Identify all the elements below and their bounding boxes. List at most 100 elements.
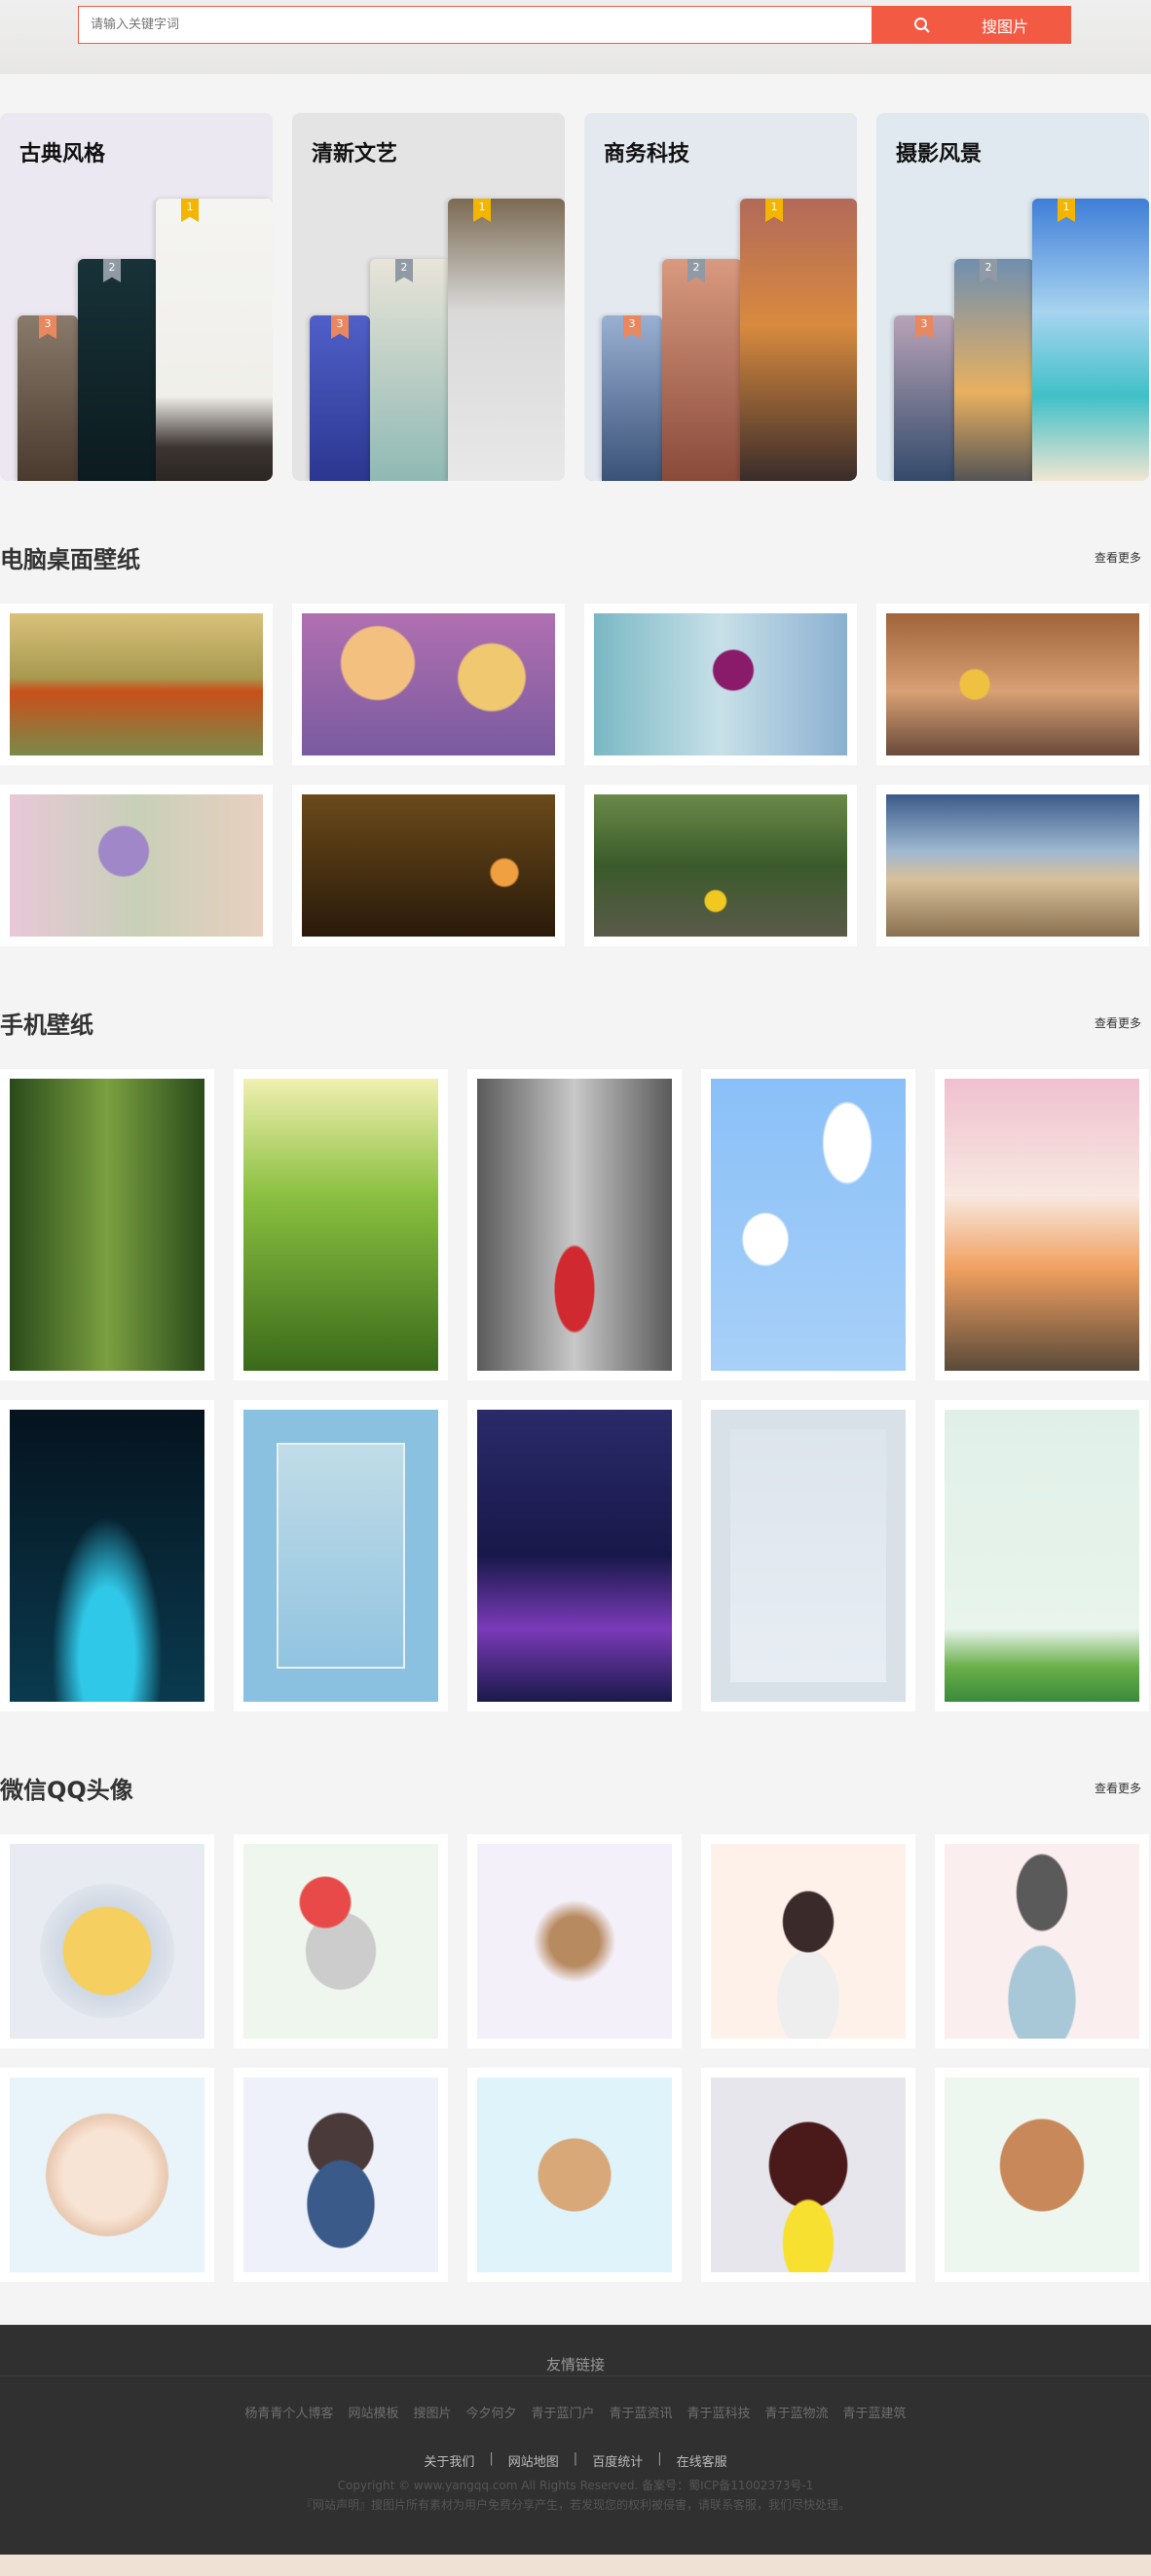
friend-link[interactable]: 青于蓝建筑	[843, 2403, 907, 2421]
avatar-thumb[interactable]	[935, 2068, 1149, 2282]
nav-separator: |	[657, 2451, 662, 2466]
search-button[interactable]: 搜图片	[872, 7, 1070, 43]
avatar-thumb[interactable]	[701, 2068, 915, 2282]
category-thumb-3[interactable]: 3	[18, 315, 78, 481]
avatar-thumb[interactable]	[467, 2068, 682, 2282]
category-business-tech[interactable]: 商务科技 3 2 1	[584, 113, 857, 481]
rank-badge: 2	[395, 259, 413, 282]
category-thumb-1[interactable]: 1	[1032, 199, 1149, 481]
wallpaper-thumb[interactable]	[0, 1400, 214, 1711]
wallpaper-thumb[interactable]	[584, 604, 857, 765]
category-fresh-art[interactable]: 清新文艺 3 2 1	[292, 113, 565, 481]
wallpaper-thumb[interactable]	[876, 785, 1149, 946]
rank-badge: 3	[331, 315, 349, 339]
wallpaper-thumb[interactable]	[935, 1069, 1149, 1380]
wallpaper-image	[302, 613, 555, 755]
avatar-thumb[interactable]	[0, 2068, 214, 2282]
disclaimer: 『网站声明』搜图片所有素材为用户免费分享产生，若发现您的权利被侵害，请联系客服，…	[300, 2498, 850, 2512]
wallpaper-thumb[interactable]	[0, 1069, 214, 1380]
category-thumb-1[interactable]: 1	[448, 199, 565, 481]
avatar-thumb[interactable]	[0, 1834, 214, 2048]
category-thumb-2[interactable]: 2	[78, 259, 158, 481]
wallpaper-thumb[interactable]	[234, 1400, 448, 1711]
nav-separator: |	[573, 2451, 578, 2466]
view-more-link[interactable]: 查看更多	[1095, 1014, 1141, 1031]
friend-link[interactable]: 青于蓝资讯	[610, 2403, 673, 2421]
rank-badge: 2	[980, 259, 997, 282]
friend-links: 杨青青个人博客 网站模板 搜图片 今夕何夕 青于蓝门户 青于蓝资讯 青于蓝科技 …	[0, 2403, 1151, 2421]
avatar-thumb[interactable]	[935, 1834, 1149, 2048]
wallpaper-image	[10, 1079, 204, 1371]
wallpaper-image	[945, 1079, 1139, 1371]
avatar-image	[10, 1844, 204, 2039]
friend-link[interactable]: 青于蓝科技	[687, 2403, 751, 2421]
wallpaper-thumb[interactable]	[0, 604, 273, 765]
category-title: 古典风格	[19, 142, 106, 166]
wallpaper-thumb[interactable]	[701, 1400, 915, 1711]
wallpaper-thumb[interactable]	[0, 785, 273, 946]
friend-link[interactable]: 杨青青个人博客	[244, 2403, 333, 2421]
wallpaper-thumb[interactable]	[292, 604, 565, 765]
section-header: 微信QQ头像 查看更多	[0, 1741, 1151, 1834]
wallpaper-thumb[interactable]	[292, 785, 565, 946]
wallpaper-thumb[interactable]	[584, 785, 857, 946]
avatar-image	[477, 1844, 672, 2039]
avatar-section: 微信QQ头像 查看更多	[0, 1741, 1151, 2282]
rank-badge: 3	[623, 315, 641, 339]
wallpaper-thumb[interactable]	[876, 604, 1149, 765]
view-more-link[interactable]: 查看更多	[1095, 1780, 1141, 1796]
friend-link[interactable]: 搜图片	[413, 2403, 451, 2421]
search-button-label: 搜图片	[981, 17, 1028, 36]
category-title: 摄影风景	[896, 142, 983, 166]
avatar-thumb[interactable]	[467, 1834, 682, 2048]
category-thumb-2[interactable]: 2	[370, 259, 450, 481]
friend-link[interactable]: 青于蓝物流	[765, 2403, 829, 2421]
wallpaper-image	[477, 1410, 672, 1702]
category-thumb-3[interactable]: 3	[310, 315, 370, 481]
wallpaper-image	[945, 1410, 1139, 1702]
friend-link[interactable]: 今夕何夕	[465, 2403, 516, 2421]
section-header: 电脑桌面壁纸 查看更多	[0, 510, 1151, 604]
rank-badge: 1	[1058, 199, 1075, 222]
category-thumb-3[interactable]: 3	[894, 315, 954, 481]
avatar-thumb[interactable]	[701, 1834, 915, 2048]
wallpaper-thumb[interactable]	[467, 1069, 682, 1380]
rank-badge: 2	[103, 259, 121, 282]
avatar-image	[711, 2078, 906, 2272]
wallpaper-thumb[interactable]	[701, 1069, 915, 1380]
about-link[interactable]: 关于我们	[424, 2451, 474, 2470]
sitemap-link[interactable]: 网站地图	[508, 2451, 559, 2470]
view-more-link[interactable]: 查看更多	[1095, 549, 1141, 566]
friend-link[interactable]: 网站模板	[348, 2403, 398, 2421]
friend-link[interactable]: 青于蓝门户	[531, 2403, 594, 2421]
section-header: 手机壁纸 查看更多	[0, 975, 1151, 1069]
category-photography[interactable]: 摄影风景 3 2 1	[876, 113, 1149, 481]
avatar-thumb[interactable]	[234, 1834, 448, 2048]
rank-badge: 2	[687, 259, 705, 282]
wallpaper-image	[243, 1079, 438, 1371]
desktop-wallpaper-section: 电脑桌面壁纸 查看更多	[0, 510, 1151, 946]
avatar-image	[10, 2078, 204, 2272]
category-thumb-3[interactable]: 3	[602, 315, 662, 481]
category-thumb-1[interactable]: 1	[156, 199, 273, 481]
wallpaper-thumb[interactable]	[234, 1069, 448, 1380]
rank-badge: 1	[473, 199, 491, 222]
search-input[interactable]	[79, 7, 872, 43]
avatar-thumb[interactable]	[234, 2068, 448, 2282]
avatar-image	[711, 1844, 906, 2039]
footer-divider	[0, 2375, 1151, 2376]
category-classical[interactable]: 古典风格 3 2 1	[0, 113, 273, 481]
section-title: 微信QQ头像	[0, 1776, 133, 1804]
category-thumb-2[interactable]: 2	[954, 259, 1034, 481]
mobile-wallpaper-section: 手机壁纸 查看更多	[0, 975, 1151, 1711]
section-title: 手机壁纸	[0, 1011, 93, 1039]
online-support-link[interactable]: 在线客服	[677, 2451, 727, 2470]
category-thumb-1[interactable]: 1	[740, 199, 857, 481]
wallpaper-thumb[interactable]	[467, 1400, 682, 1711]
wallpaper-image	[711, 1079, 906, 1371]
baidu-stats-link[interactable]: 百度统计	[592, 2451, 643, 2470]
category-thumb-2[interactable]: 2	[662, 259, 742, 481]
wallpaper-image	[886, 794, 1139, 937]
rank-badge: 1	[765, 199, 783, 222]
wallpaper-thumb[interactable]	[935, 1400, 1149, 1711]
